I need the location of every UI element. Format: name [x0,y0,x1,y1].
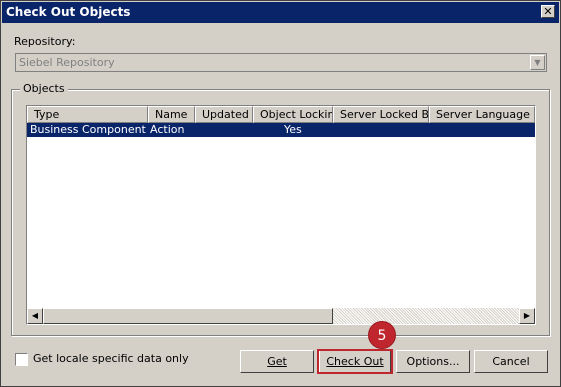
options-button[interactable]: Options... [396,350,470,373]
objects-group-title: Objects [20,82,68,95]
check-out-button[interactable]: Check Out [318,349,392,374]
chevron-down-icon[interactable]: ▼ [530,55,545,70]
repository-value: Siebel Repository [19,56,115,69]
scroll-right-icon[interactable]: ▶ [519,308,535,324]
horizontal-scrollbar[interactable]: ◀ ▶ [27,308,535,324]
column-header-server-locked-by[interactable]: Server Locked By [333,106,429,123]
table-row[interactable]: Business Component Action Yes [27,123,535,137]
repository-label: Repository: [14,35,76,48]
close-icon[interactable]: ✕ [541,5,555,18]
cancel-button-label: Cancel [492,355,530,368]
locale-checkbox[interactable] [15,353,28,366]
column-header-name[interactable]: Name [148,106,195,123]
column-header-server-language[interactable]: Server Language [429,106,535,123]
column-header-updated[interactable]: Updated [195,106,253,123]
dialog-title: Check Out Objects [6,5,131,19]
column-header-object-locking[interactable]: Object Locking [253,106,333,123]
cell-type: Business Component [30,123,146,136]
step-badge: 5 [368,321,396,349]
cancel-button[interactable]: Cancel [474,350,548,373]
locale-checkbox-label: Get locale specific data only [33,352,189,365]
scrollbar-track[interactable] [333,308,519,324]
check-out-button-label: Check Out [326,355,384,368]
get-button[interactable]: Get [240,350,314,373]
get-button-label: Get [267,355,287,368]
scroll-left-icon[interactable]: ◀ [27,308,43,324]
check-out-objects-dialog: Check Out Objects ✕ Repository: Siebel R… [0,0,561,387]
title-bar[interactable]: Check Out Objects ✕ [2,2,559,23]
column-header-type[interactable]: Type [27,106,148,123]
objects-list[interactable]: Type Name Updated Object Locking Server … [26,105,536,325]
repository-dropdown[interactable]: Siebel Repository ▼ [15,53,547,72]
options-button-label: Options... [406,355,460,368]
scrollbar-thumb[interactable] [43,308,333,324]
cell-object-locking: Yes [284,123,302,136]
cell-name: Action [150,123,185,136]
